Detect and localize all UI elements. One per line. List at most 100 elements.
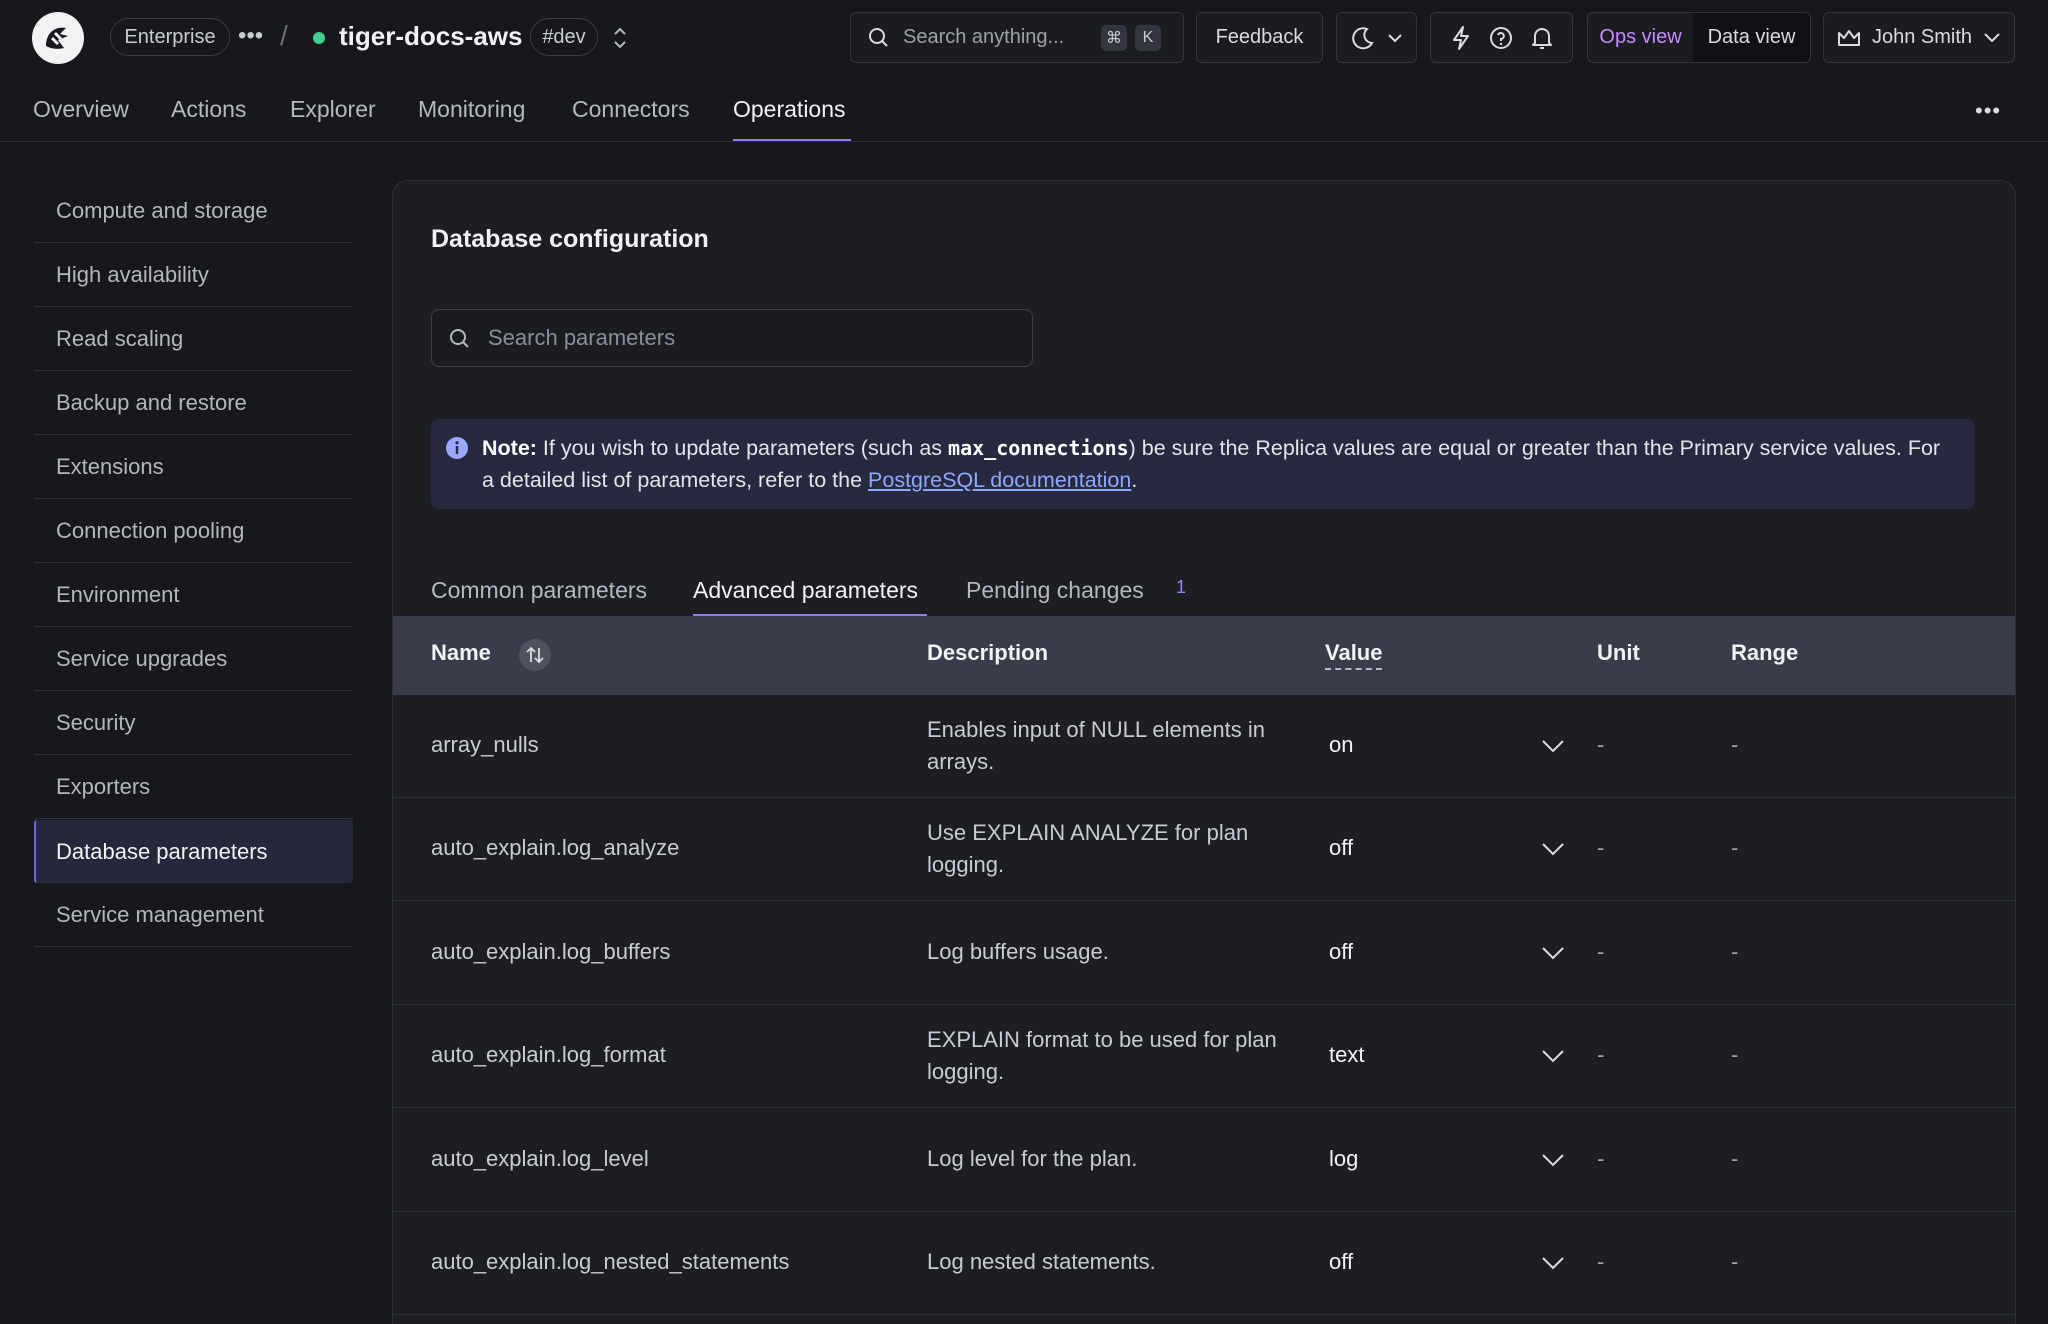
sidebar-item-backup-and-restore[interactable]: Backup and restore <box>34 372 353 435</box>
param-description: Log level for the plan. <box>927 1146 1138 1171</box>
env-tag[interactable]: #dev <box>530 18 598 56</box>
env-tag-label: #dev <box>542 25 586 48</box>
param-name: auto_explain.log_analyze <box>431 835 680 860</box>
param-unit: - <box>1597 939 1605 964</box>
param-value-select[interactable]: log <box>1329 1143 1358 1175</box>
chevron-down-icon[interactable] <box>1540 1254 1566 1272</box>
sidebar-item-read-scaling[interactable]: Read scaling <box>34 308 353 371</box>
chevron-down-icon <box>1984 32 2000 42</box>
search-icon <box>450 329 469 348</box>
chevron-down-icon[interactable] <box>1540 840 1566 858</box>
sidebar-item-label: Environment <box>56 582 180 607</box>
chevron-down-icon[interactable] <box>1540 737 1566 755</box>
lightning-icon[interactable] <box>1449 25 1473 51</box>
pending-count-badge: 1 <box>1176 577 1187 597</box>
chevron-down-icon[interactable] <box>1540 944 1566 962</box>
postgresql-docs-link[interactable]: PostgreSQL documentation <box>868 468 1131 492</box>
sort-icon[interactable] <box>519 639 551 671</box>
table-row: auto_explain.log_level Log level for the… <box>393 1109 2015 1212</box>
table-row: array_nulls Enables input of NULL elemen… <box>393 695 2015 798</box>
user-menu[interactable]: John Smith <box>1823 12 2015 63</box>
tab-pending-changes[interactable]: Pending changes <box>966 577 1144 604</box>
more-options-icon[interactable]: ••• <box>1975 98 2001 124</box>
tab-monitoring[interactable]: Monitoring <box>418 96 525 123</box>
chevron-up-down-icon[interactable] <box>610 24 630 57</box>
chevron-down-icon[interactable] <box>1540 1047 1566 1065</box>
help-icon[interactable] <box>1488 25 1514 51</box>
status-dot-icon <box>313 32 325 44</box>
more-horizontal-icon[interactable]: ••• <box>238 22 263 50</box>
global-search[interactable]: Search anything... ⌘ K <box>850 12 1184 63</box>
database-configuration-card: Database configuration Note: If you wish… <box>392 180 2016 1324</box>
param-name: auto_explain.log_buffers <box>431 939 671 964</box>
data-view-label: Data view <box>1707 26 1796 48</box>
search-icon <box>869 27 888 47</box>
param-range: - <box>1731 1146 1739 1171</box>
search-parameters-input[interactable] <box>488 310 1018 366</box>
breadcrumb-separator: / <box>280 20 288 51</box>
data-view-button[interactable]: Data view <box>1693 13 1810 62</box>
param-range: - <box>1731 1249 1739 1274</box>
tab-overview[interactable]: Overview <box>33 96 129 123</box>
tab-advanced-parameters[interactable]: Advanced parameters <box>693 577 918 604</box>
sidebar-item-security[interactable]: Security <box>34 692 353 755</box>
param-description: Use EXPLAIN ANALYZE for plan logging. <box>927 820 1249 877</box>
param-value-select[interactable]: off <box>1329 832 1353 864</box>
param-range: - <box>1731 1042 1739 1067</box>
sidebar-item-label: Exporters <box>56 774 151 799</box>
param-value-select[interactable]: text <box>1329 1039 1364 1071</box>
param-range: - <box>1731 939 1739 964</box>
sidebar-item-database-parameters[interactable]: Database parameters <box>34 820 353 883</box>
sidebar-item-high-availability[interactable]: High availability <box>34 244 353 307</box>
table-row: auto_explain.log_format EXPLAIN format t… <box>393 1005 2015 1108</box>
feedback-button[interactable]: Feedback <box>1196 12 1323 63</box>
tab-explorer[interactable]: Explorer <box>290 96 376 123</box>
param-unit: - <box>1597 835 1605 860</box>
sidebar-item-label: Extensions <box>56 454 164 479</box>
note-code: max_connections <box>948 436 1129 460</box>
tab-operations[interactable]: Operations <box>733 96 846 123</box>
tiger-logo-icon[interactable] <box>32 12 84 64</box>
param-value-select[interactable]: on <box>1329 729 1353 761</box>
sidebar-item-label: Backup and restore <box>56 390 247 415</box>
ops-view-button[interactable]: Ops view <box>1588 13 1693 62</box>
sidebar-item-environment[interactable]: Environment <box>34 564 353 627</box>
param-range: - <box>1731 732 1739 757</box>
param-unit: - <box>1597 732 1605 757</box>
ops-view-label: Ops view <box>1599 26 1682 48</box>
plan-badge[interactable]: Enterprise <box>110 18 230 56</box>
chevron-down-icon <box>1387 33 1402 42</box>
table-header: Name Description Value Unit Range <box>393 616 2015 695</box>
table-row: auto_explain.log_analyze Use EXPLAIN ANA… <box>393 798 2015 901</box>
top-bar: Enterprise ••• / tiger-docs-aws #dev Sea… <box>0 0 2048 74</box>
feedback-label: Feedback <box>1215 26 1304 48</box>
theme-toggle[interactable] <box>1336 12 1417 63</box>
info-note: Note: If you wish to update parameters (… <box>431 419 1975 509</box>
column-value[interactable]: Value <box>1325 640 1383 670</box>
service-name[interactable]: tiger-docs-aws <box>339 21 523 52</box>
sidebar-item-service-management[interactable]: Service management <box>34 884 353 947</box>
chevron-down-icon[interactable] <box>1540 1151 1566 1169</box>
table-row: auto_explain.log_buffers Log buffers usa… <box>393 902 2015 1005</box>
sidebar-item-extensions[interactable]: Extensions <box>34 436 353 499</box>
param-description: Enables input of NULL elements in arrays… <box>927 717 1265 774</box>
sidebar-item-label: Service management <box>56 902 264 927</box>
param-unit: - <box>1597 1042 1605 1067</box>
tab-common-parameters[interactable]: Common parameters <box>431 577 647 604</box>
tab-actions[interactable]: Actions <box>171 96 246 123</box>
bell-icon[interactable] <box>1530 25 1554 51</box>
sidebar-item-compute-and-storage[interactable]: Compute and storage <box>34 180 353 243</box>
tab-connectors[interactable]: Connectors <box>572 96 690 123</box>
column-unit: Unit <box>1597 640 1640 665</box>
crown-icon <box>1837 29 1860 46</box>
param-description: Log nested statements. <box>927 1249 1156 1274</box>
user-name: John Smith <box>1871 26 1973 48</box>
sidebar-item-label: Connection pooling <box>56 518 245 543</box>
sidebar-item-connection-pooling[interactable]: Connection pooling <box>34 500 353 563</box>
param-range: - <box>1731 835 1739 860</box>
quick-actions-group <box>1430 12 1573 63</box>
sidebar-item-service-upgrades[interactable]: Service upgrades <box>34 628 353 691</box>
param-value-select[interactable]: off <box>1329 1246 1353 1278</box>
param-value-select[interactable]: off <box>1329 936 1353 968</box>
sidebar-item-exporters[interactable]: Exporters <box>34 756 353 819</box>
